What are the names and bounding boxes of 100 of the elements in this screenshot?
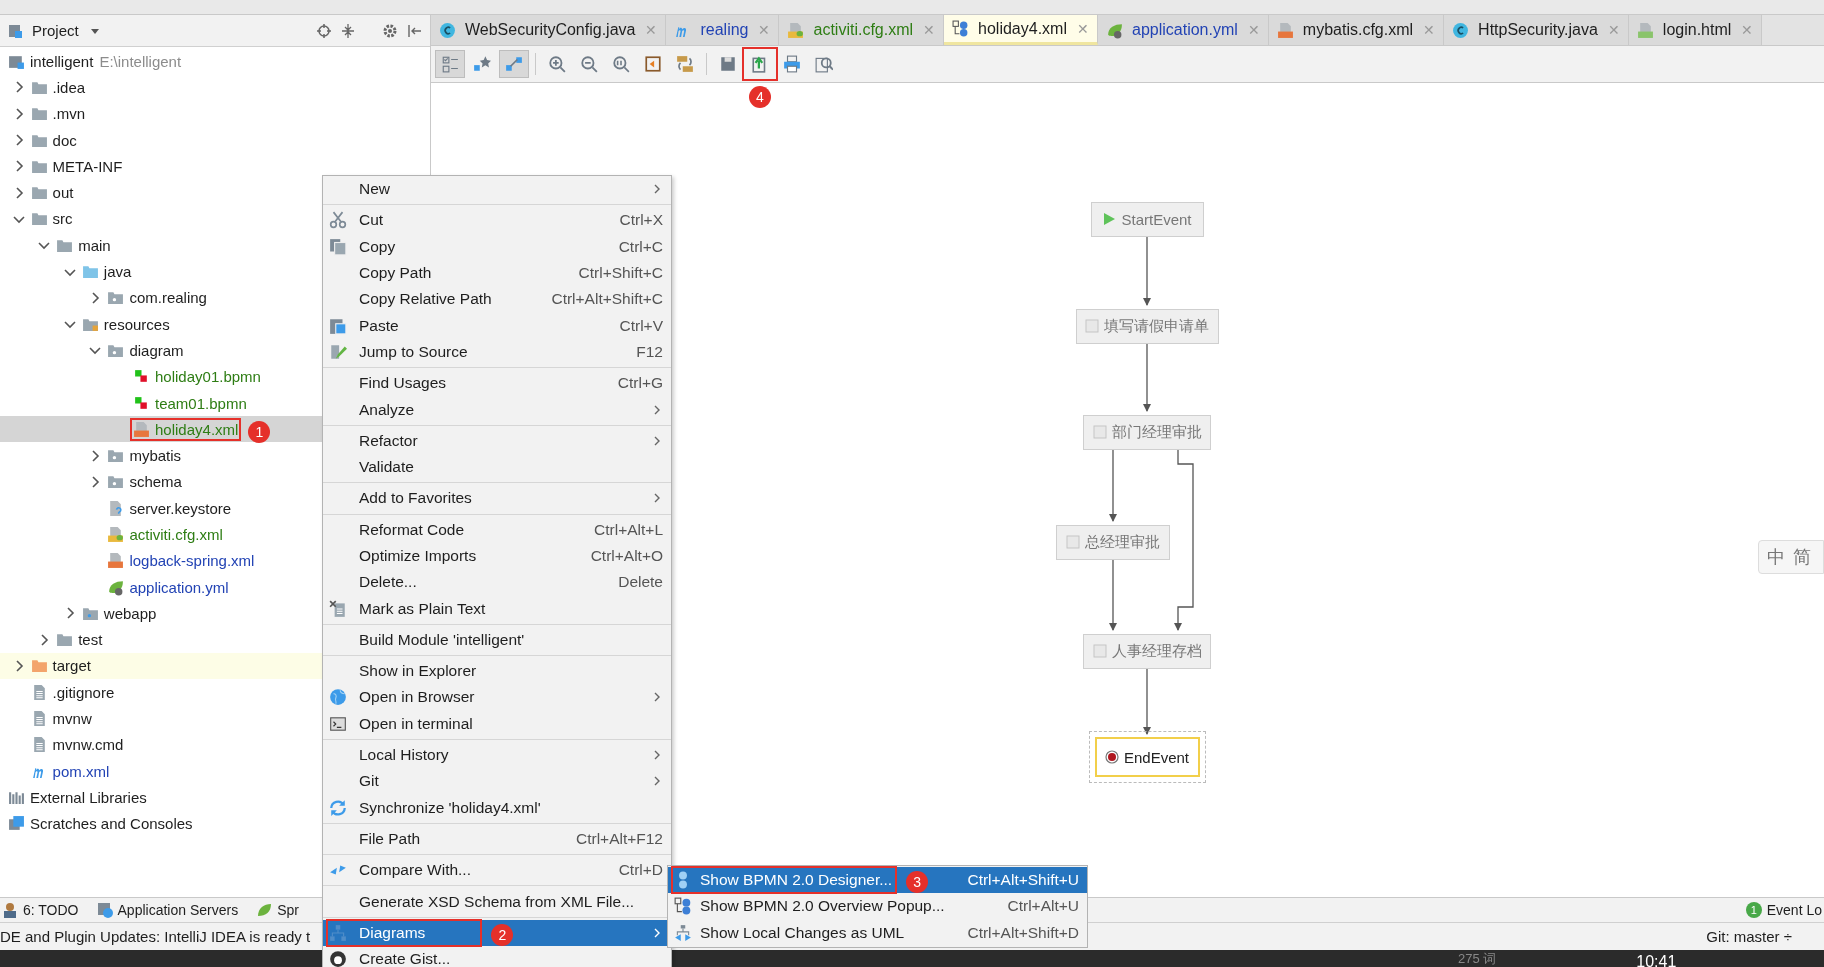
folder-icon: [30, 184, 48, 202]
menu-item[interactable]: Open in Browser: [323, 684, 671, 711]
tree-item[interactable]: .mvn: [0, 100, 430, 127]
folder-icon: [56, 631, 74, 649]
project-icon: [8, 22, 24, 39]
script-mode[interactable]: 简: [1793, 545, 1811, 569]
start-node[interactable]: StartEvent: [1090, 201, 1204, 237]
hide-panel-icon[interactable]: [406, 22, 422, 39]
flow-arrow: [1143, 236, 1151, 306]
terminal-icon: [329, 714, 347, 733]
task-node[interactable]: 总经理审批: [1056, 524, 1170, 560]
xml-file-icon: [133, 420, 150, 438]
person-icon: [2, 902, 18, 918]
menu-item[interactable]: Compare With... Ctrl+D: [323, 857, 671, 884]
copy-icon: [329, 237, 347, 256]
server-globe-icon: [96, 902, 113, 918]
xml-file-icon: [787, 21, 805, 39]
actual-size-icon: [612, 55, 630, 73]
menu-item[interactable]: Add to Favorites: [323, 485, 671, 512]
tree-item[interactable]: doc: [0, 126, 430, 154]
menu-item[interactable]: Copy Ctrl+C: [323, 233, 671, 260]
menu-item[interactable]: Copy Relative Path Ctrl+Alt+Shift+C: [323, 286, 671, 313]
leaf-icon: [1106, 21, 1123, 39]
zoom-in-icon: [548, 55, 566, 73]
tool-window-button[interactable]: Application Servers: [96, 902, 239, 918]
html-file-icon: [1636, 21, 1654, 39]
save-icon: [719, 55, 737, 73]
checklist-icon: [441, 55, 459, 73]
checklist-button[interactable]: [435, 50, 465, 78]
menu-item[interactable]: Validate: [323, 453, 671, 481]
task-icon: [1092, 644, 1107, 658]
event-log-button[interactable]: 1 Event Lo: [1745, 902, 1822, 918]
pencil-icon: [329, 342, 347, 361]
task-node[interactable]: 人事经理存档: [1083, 633, 1211, 669]
input-mode[interactable]: 中: [1767, 545, 1785, 569]
menu-item[interactable]: Show BPMN 2.0 Designer... 3 Ctrl+Alt+Shift+U: [668, 867, 1087, 894]
editor-tab[interactable]: application.yml ✕: [1098, 15, 1269, 45]
tree-item[interactable]: intelligent E:\intelligent: [0, 48, 430, 75]
editor-tab[interactable]: HttpSecurity.java ✕: [1444, 15, 1629, 45]
menu-item[interactable]: Local History: [323, 741, 671, 769]
editor-tab[interactable]: holiday4.xml ✕: [944, 15, 1098, 45]
menu-item[interactable]: Delete... Delete: [323, 569, 671, 596]
end-event-icon: [1104, 750, 1119, 764]
editor-tab[interactable]: WebSecurityConfig.java ✕: [431, 15, 667, 45]
flow-arrow: [1109, 559, 1117, 631]
collapse-icon[interactable]: [340, 22, 356, 39]
menu-item[interactable]: Git: [323, 768, 671, 795]
editor-tab[interactable]: login.html ✕: [1628, 15, 1763, 45]
xml-file-icon: [1276, 21, 1294, 39]
ime-toolbar[interactable]: 中 简: [1758, 540, 1824, 574]
callout-badge: 4: [749, 86, 771, 108]
console-icon: [8, 815, 25, 833]
menu-item[interactable]: Mark as Plain Text: [323, 595, 671, 622]
zoom-out-icon: [580, 55, 598, 73]
tool-window-button[interactable]: Spr: [256, 902, 299, 918]
paste-icon: [329, 316, 347, 335]
diagram-icon: [674, 897, 692, 916]
menu-item[interactable]: Create Gist...: [323, 946, 671, 967]
menu-item[interactable]: Open in terminal: [323, 710, 671, 737]
task-node[interactable]: 部门经理审批: [1083, 414, 1211, 450]
menu-item[interactable]: Cut Ctrl+X: [323, 207, 671, 234]
hierarchy-icon: [329, 923, 347, 942]
menu-item[interactable]: Show Local Changes as UML Ctrl+Alt+Shift+D: [668, 919, 1087, 946]
menu-item[interactable]: Reformat Code Ctrl+Alt+L: [323, 516, 671, 543]
path-hint: E:\intelligent: [99, 52, 182, 70]
target-icon[interactable]: [316, 22, 332, 39]
layout-icon: [676, 55, 694, 73]
menu-item[interactable]: Find Usages Ctrl+G: [323, 370, 671, 397]
menu-item[interactable]: Generate XSD Schema from XML File...: [323, 888, 671, 915]
panel-title[interactable]: Project: [32, 22, 79, 39]
editor-tab[interactable]: realing ✕: [666, 15, 780, 45]
menu-item[interactable]: Build Module 'intelligent': [323, 626, 671, 654]
class-icon: [439, 21, 456, 39]
folder-icon: [30, 657, 48, 675]
menu-item[interactable]: Synchronize 'holiday4.xml': [323, 794, 671, 821]
editor-tab[interactable]: mybatis.cfg.xml ✕: [1268, 15, 1445, 45]
git-branch[interactable]: Git: master ÷: [1706, 928, 1792, 945]
menu-item[interactable]: File Path Ctrl+Alt+F12: [323, 825, 671, 853]
menu-item[interactable]: Show BPMN 2.0 Overview Popup... Ctrl+Alt+U: [668, 893, 1087, 920]
tree-item[interactable]: .idea: [0, 74, 430, 101]
menu-item[interactable]: Jump to Source F12: [323, 338, 671, 366]
select-icon: [505, 55, 523, 73]
print-icon: [783, 55, 801, 73]
bpmn-file-icon: [133, 394, 150, 412]
editor-tab[interactable]: activiti.cfg.xml ✕: [779, 15, 945, 45]
leaf-icon: [107, 578, 125, 596]
xml-file-icon: [107, 552, 125, 570]
callout-badge: 2: [491, 923, 514, 946]
menu-item[interactable]: Copy Path Ctrl+Shift+C: [323, 259, 671, 287]
callout-badge: 1: [248, 420, 271, 443]
settings-icon[interactable]: [382, 22, 398, 39]
menu-item[interactable]: Paste Ctrl+V: [323, 312, 671, 339]
plain-text-icon: [329, 599, 347, 618]
menu-item[interactable]: Optimize Imports Ctrl+Alt+O: [323, 542, 671, 570]
globe-icon: [329, 688, 347, 707]
sync-icon: [329, 798, 347, 817]
flow-arrow: [1143, 668, 1151, 735]
tool-window-button[interactable]: 6: TODO: [2, 902, 79, 918]
folder-icon: [81, 263, 99, 280]
task-node[interactable]: 填写请假申请单: [1075, 308, 1219, 344]
